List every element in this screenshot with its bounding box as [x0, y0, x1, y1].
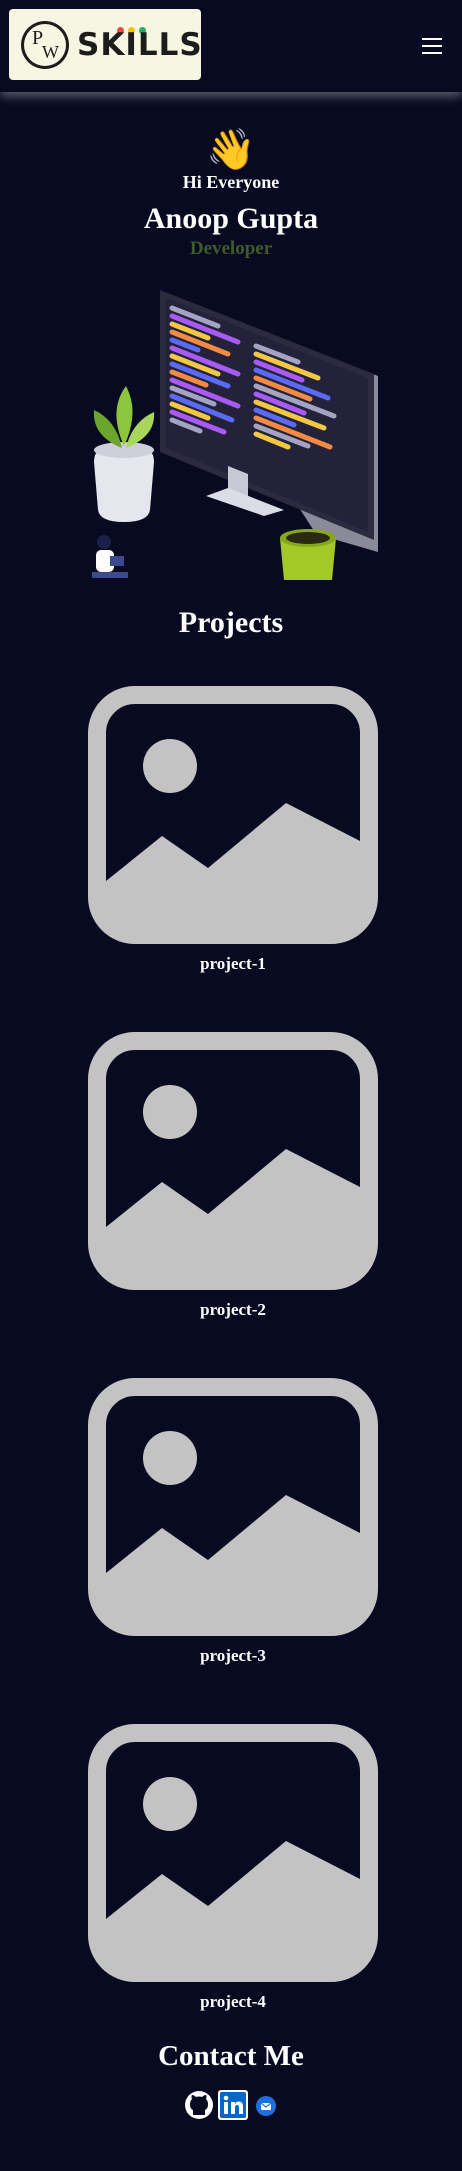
pw-monogram-icon: PW: [21, 21, 69, 69]
image-placeholder-icon: [88, 1724, 378, 1982]
social-links: [184, 2050, 294, 2120]
linkedin-icon[interactable]: [218, 2090, 248, 2125]
project-card[interactable]: project-2: [88, 1032, 378, 1322]
waving-hand-icon: 👋: [206, 127, 256, 172]
project-card[interactable]: project-3: [88, 1378, 378, 1668]
hero-role: Developer: [189, 238, 273, 259]
github-icon[interactable]: [184, 2090, 214, 2125]
email-icon[interactable]: [256, 2096, 276, 2121]
projects-heading: Projects: [178, 606, 284, 639]
project-label[interactable]: project-2: [88, 1300, 378, 1320]
logo-wordmark: SKILLS: [77, 27, 203, 63]
greeting-text: Hi Everyone: [182, 172, 280, 192]
project-label[interactable]: project-3: [88, 1646, 378, 1666]
pw-skills-logo[interactable]: PW SKILLS: [9, 9, 203, 80]
project-card[interactable]: project-4: [88, 1724, 378, 2014]
project-label[interactable]: project-1: [88, 954, 378, 974]
hamburger-menu-icon[interactable]: [422, 38, 444, 54]
project-card[interactable]: project-1: [88, 686, 378, 976]
image-placeholder-icon: [88, 686, 378, 944]
project-label[interactable]: project-4: [88, 1992, 378, 2012]
image-placeholder-icon: [88, 1378, 378, 1636]
navbar: PW SKILLS: [0, 0, 462, 92]
developer-workspace-illustration: [88, 290, 378, 580]
hero-name: Anoop Gupta: [143, 202, 319, 235]
image-placeholder-icon: [88, 1032, 378, 1290]
